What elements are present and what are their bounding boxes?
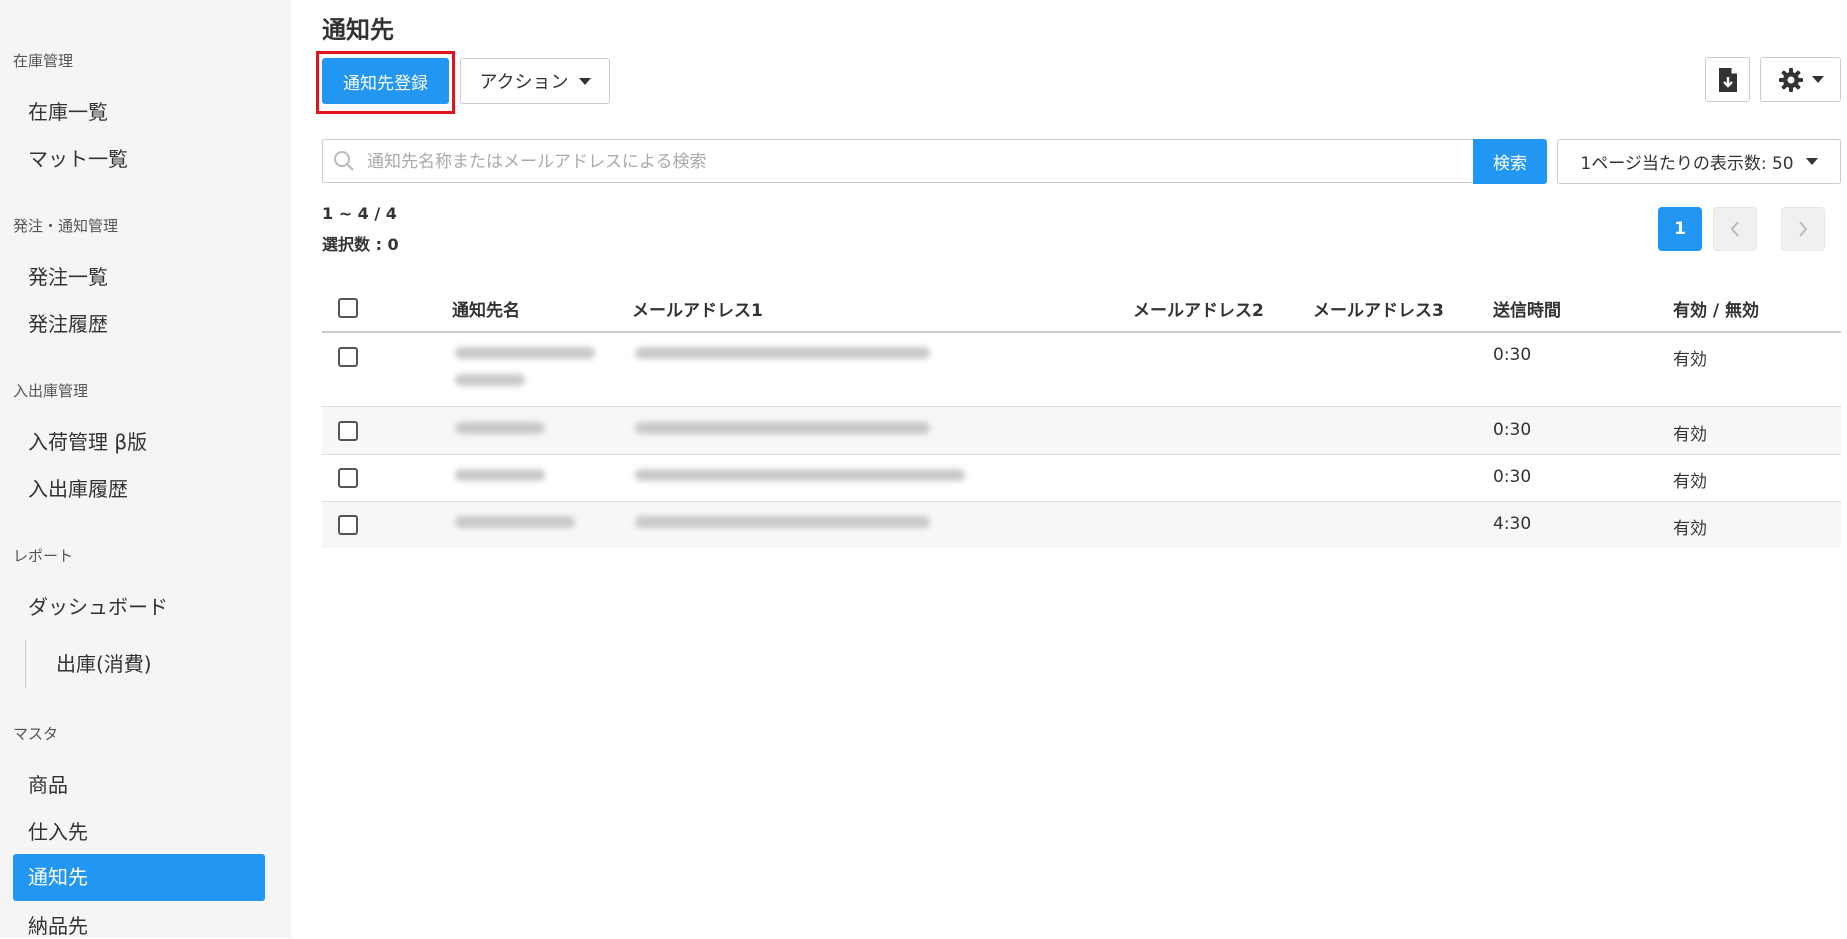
next-page-button[interactable] xyxy=(1781,207,1825,251)
action-label: アクション xyxy=(479,72,569,93)
redacted-email xyxy=(635,347,930,359)
register-notification-target-button[interactable]: 通知先登録 xyxy=(322,58,449,104)
row-divider xyxy=(322,454,1841,455)
send-time: 0:30 xyxy=(1493,420,1532,440)
export-button[interactable] xyxy=(1705,57,1750,102)
caret-down-icon xyxy=(1805,158,1818,165)
status: 有効 xyxy=(1673,472,1707,492)
sidebar-section-stock-io: 入出庫管理 xyxy=(13,382,89,400)
row-stripe xyxy=(322,407,1841,454)
per-page-select[interactable]: 1ページ当たりの表示数: 50 xyxy=(1557,139,1841,184)
sidebar-item-inventory-list[interactable]: 在庫一覧 xyxy=(28,96,108,125)
redacted-name xyxy=(455,374,525,386)
row-checkbox[interactable] xyxy=(338,347,358,367)
gear-icon xyxy=(1778,67,1803,92)
sidebar-item-order-list[interactable]: 発注一覧 xyxy=(28,261,108,290)
row-checkbox[interactable] xyxy=(338,468,358,488)
row-checkbox[interactable] xyxy=(338,421,358,441)
status: 有効 xyxy=(1673,519,1707,539)
per-page-label: 1ページ当たりの表示数: 50 xyxy=(1580,154,1794,174)
redacted-name xyxy=(455,422,545,434)
select-all-checkbox[interactable] xyxy=(338,298,358,318)
column-header-email1[interactable]: メールアドレス1 xyxy=(632,296,763,321)
sidebar-section-inventory: 在庫管理 xyxy=(13,52,74,70)
row-divider xyxy=(322,406,1841,407)
column-header-email3[interactable]: メールアドレス3 xyxy=(1313,296,1444,321)
sidebar-subitem-shipment[interactable]: 出庫(消費) xyxy=(25,640,152,688)
search-field[interactable] xyxy=(322,139,1473,184)
sidebar-item-delivery-destinations[interactable]: 納品先 xyxy=(28,910,88,939)
sidebar-item-receiving[interactable]: 入荷管理 β版 xyxy=(28,426,147,455)
redacted-email xyxy=(635,469,965,481)
caret-down-icon xyxy=(1811,76,1824,83)
send-time: 0:30 xyxy=(1493,467,1532,487)
sidebar-item-mat-list[interactable]: マット一覧 xyxy=(28,143,128,172)
search-input[interactable] xyxy=(365,140,1469,184)
send-time: 0:30 xyxy=(1493,345,1532,365)
row-checkbox[interactable] xyxy=(338,515,358,535)
sidebar-section-order: 発注・通知管理 xyxy=(13,217,119,235)
sidebar-item-suppliers[interactable]: 仕入先 xyxy=(28,816,88,845)
sidebar-item-order-history[interactable]: 発注履歴 xyxy=(28,308,108,337)
row-divider xyxy=(322,501,1841,502)
file-download-icon xyxy=(1718,67,1737,92)
action-dropdown-button[interactable]: アクション xyxy=(460,58,610,104)
page-title: 通知先 xyxy=(322,16,394,44)
sidebar-item-products[interactable]: 商品 xyxy=(28,769,68,798)
chevron-right-icon xyxy=(1799,221,1808,237)
search-icon xyxy=(334,151,354,171)
selected-count: 選択数 : 0 xyxy=(322,235,399,254)
sidebar-section-report: レポート xyxy=(13,547,74,565)
caret-down-icon xyxy=(578,77,591,85)
chevron-left-icon xyxy=(1730,221,1739,237)
sidebar-section-master: マスタ xyxy=(13,725,59,743)
prev-page-button[interactable] xyxy=(1713,207,1757,251)
page-button-current[interactable]: 1 xyxy=(1658,207,1702,251)
redacted-name xyxy=(455,516,575,528)
result-range: 1 ~ 4 / 4 xyxy=(322,204,397,223)
send-time: 4:30 xyxy=(1493,514,1532,534)
status: 有効 xyxy=(1673,425,1707,445)
redacted-name xyxy=(455,347,595,359)
sidebar-item-notification-targets[interactable]: 通知先 xyxy=(13,854,265,901)
sidebar-item-io-history[interactable]: 入出庫履歴 xyxy=(28,473,128,502)
redacted-name xyxy=(455,469,545,481)
column-header-email2[interactable]: メールアドレス2 xyxy=(1133,296,1264,321)
column-header-name[interactable]: 通知先名 xyxy=(452,296,520,321)
settings-dropdown-button[interactable] xyxy=(1760,57,1841,102)
header-divider xyxy=(322,331,1841,333)
sidebar: 在庫管理 在庫一覧 マット一覧 発注・通知管理 発注一覧 発注履歴 入出庫管理 … xyxy=(0,0,291,938)
column-header-send-time[interactable]: 送信時間 xyxy=(1493,296,1561,321)
column-header-status[interactable]: 有効 / 無効 xyxy=(1673,296,1759,321)
sidebar-item-dashboard[interactable]: ダッシュボード xyxy=(28,591,168,620)
search-button[interactable]: 検索 xyxy=(1473,139,1547,184)
status: 有効 xyxy=(1673,350,1707,370)
redacted-email xyxy=(635,422,930,434)
redacted-email xyxy=(635,516,930,528)
